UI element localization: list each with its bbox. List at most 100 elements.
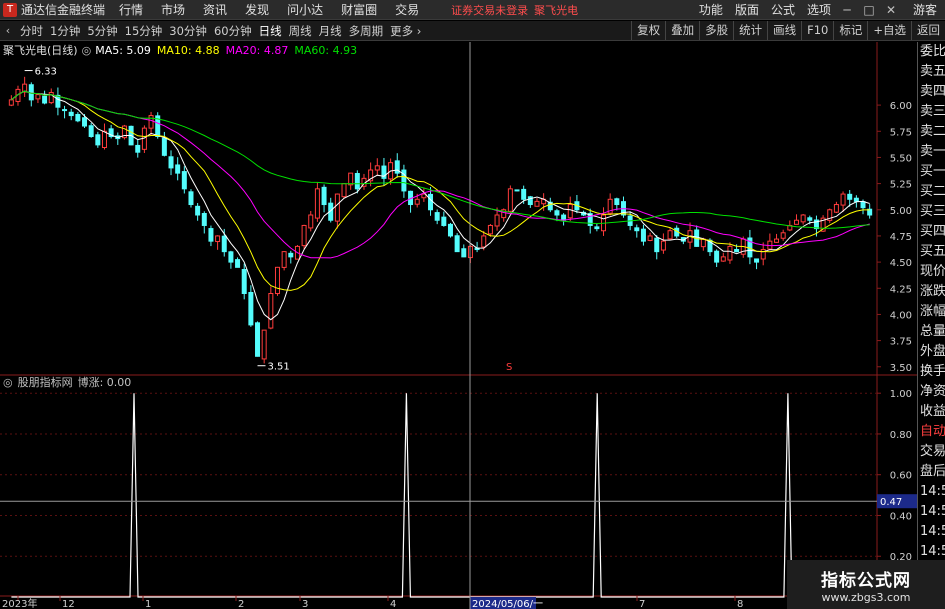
side-panel-label: 买三 — [920, 204, 945, 219]
close-icon[interactable]: ✕ — [885, 3, 897, 17]
maximize-icon[interactable]: □ — [863, 3, 875, 17]
candle-down — [208, 228, 214, 242]
candle-up — [35, 94, 41, 100]
candle-down — [235, 259, 241, 268]
menu-item-shichang[interactable]: 市场 — [161, 1, 185, 18]
ma60-value: MA60: 4.93 — [294, 43, 358, 57]
menu-item-banmian[interactable]: 版面 — [735, 1, 759, 18]
menu-item-xuanxiang[interactable]: 选项 — [807, 1, 831, 18]
candle-down — [88, 125, 94, 137]
y-tick-label: 4.25 — [890, 284, 912, 295]
candle-down — [428, 193, 434, 211]
chevron-left-icon[interactable]: ‹ — [3, 24, 13, 37]
candle-down — [181, 171, 187, 190]
candle-up — [720, 256, 726, 262]
candle-up — [348, 172, 354, 186]
x-tick-label: 4 — [390, 599, 396, 609]
side-panel-label: 外盘 — [920, 344, 945, 359]
menu-item-caifuquan[interactable]: 财富圈 — [341, 1, 377, 18]
tool-diejia[interactable]: 叠加 — [665, 21, 699, 40]
period-daily[interactable]: 日线 — [259, 23, 282, 39]
side-panel-label: 涨幅 — [920, 304, 945, 319]
period-1min[interactable]: 1分钟 — [50, 23, 80, 39]
candle-down — [135, 144, 141, 153]
indicator-settings-icon[interactable]: ◎ — [3, 376, 13, 389]
x-tick-label: 1 — [145, 599, 151, 609]
y-tick-label: 6.00 — [890, 101, 912, 112]
candle-down — [201, 213, 207, 226]
candle-down — [847, 193, 853, 200]
tool-tongji[interactable]: 统计 — [733, 21, 767, 40]
tool-f10[interactable]: F10 — [801, 21, 833, 40]
period-monthly[interactable]: 月线 — [319, 23, 342, 39]
chart-axes: 6.00 5.75 5.50 5.25 5.00 4.75 4.50 4.25 4.00 3.75… — [2, 101, 912, 609]
candle-up — [833, 204, 839, 213]
y-tick-label: 5.50 — [890, 153, 912, 164]
menu-item-jiaoyi[interactable]: 交易 — [395, 1, 419, 18]
kline-chart[interactable]: 6.00 5.75 5.50 5.25 5.00 4.75 4.50 4.25 4.00 3.75… — [0, 42, 945, 609]
side-panel-label: 14:56 — [920, 524, 945, 539]
tool-back[interactable]: 返回 — [911, 21, 945, 40]
signal-marker: S — [506, 362, 512, 373]
candle-up — [660, 240, 666, 251]
candle-down — [634, 227, 640, 232]
sub-y-tick-label: 0.80 — [890, 430, 912, 441]
candle-down — [321, 186, 327, 206]
candle-up — [261, 329, 267, 360]
menu-item-gongneng[interactable]: 功能 — [699, 1, 723, 18]
candle-down — [514, 189, 520, 192]
menu-item-hangqing[interactable]: 行情 — [119, 1, 143, 18]
tool-biaoji[interactable]: 标记 — [833, 21, 867, 40]
candle-down — [807, 217, 813, 221]
period-60min[interactable]: 60分钟 — [214, 23, 252, 39]
candle-up — [281, 251, 287, 268]
side-panel-label: 买二 — [920, 184, 945, 199]
y-tick-label: 5.75 — [890, 127, 912, 138]
trading-login-notice[interactable]: 证券交易未登录 — [451, 2, 528, 18]
side-panel-label: 卖五 — [920, 64, 945, 79]
menu-item-gongshi[interactable]: 公式 — [771, 1, 795, 18]
candle-down — [654, 237, 660, 253]
period-15min[interactable]: 15分钟 — [125, 23, 163, 39]
menu-item-wenxiaoda[interactable]: 问小达 — [287, 1, 323, 18]
menu-item-faxian[interactable]: 发现 — [245, 1, 269, 18]
candle-down — [42, 95, 48, 104]
candle-down — [195, 205, 201, 216]
minimize-icon[interactable]: ─ — [841, 3, 853, 17]
candle-down — [853, 197, 859, 202]
period-weekly[interactable]: 周线 — [289, 23, 312, 39]
side-panel-label: 卖三 — [920, 104, 945, 119]
tool-fuquan[interactable]: 复权 — [631, 21, 665, 40]
sub-y-tick-label: 0.60 — [890, 471, 912, 482]
candle-down — [714, 250, 720, 263]
side-panel-label: 自动 — [920, 424, 945, 439]
side-panel-label: 净资 — [920, 384, 945, 399]
candle-up — [793, 219, 799, 225]
tool-duogu[interactable]: 多股 — [699, 21, 733, 40]
side-panel-label: 14:56 — [920, 484, 945, 499]
candle-up — [374, 165, 380, 171]
candle-down — [161, 137, 167, 156]
side-panel-label: 卖二 — [920, 124, 945, 139]
side-panel-label: 涨跌 — [920, 284, 945, 299]
candle-down — [188, 191, 194, 206]
guest-user-label[interactable]: 游客 — [913, 1, 937, 18]
menu-item-zixun[interactable]: 资讯 — [203, 1, 227, 18]
indicator-settings-icon[interactable]: ◎ — [82, 44, 92, 57]
candle-down — [354, 173, 360, 190]
side-panel-label: 现价 — [920, 264, 945, 279]
candle-up — [414, 198, 420, 205]
period-fenshi[interactable]: 分时 — [20, 23, 43, 39]
tool-huaxian[interactable]: 画线 — [767, 21, 801, 40]
period-more[interactable]: 更多 › — [390, 23, 421, 39]
period-5min[interactable]: 5分钟 — [87, 23, 117, 39]
sub-y-tick-label: 0.40 — [890, 511, 912, 522]
period-multi[interactable]: 多周期 — [349, 23, 384, 39]
candle-down — [441, 216, 447, 226]
period-toolbar: ‹ 分时 1分钟 5分钟 15分钟 30分钟 60分钟 日线 周线 月线 多周期… — [0, 21, 945, 41]
extreme-value-label: 6.33 — [35, 67, 57, 78]
period-30min[interactable]: 30分钟 — [169, 23, 207, 39]
candle-up — [308, 214, 314, 229]
y-tick-label: 4.50 — [890, 258, 912, 269]
tool-add-watchlist[interactable]: +自选 — [867, 21, 911, 40]
